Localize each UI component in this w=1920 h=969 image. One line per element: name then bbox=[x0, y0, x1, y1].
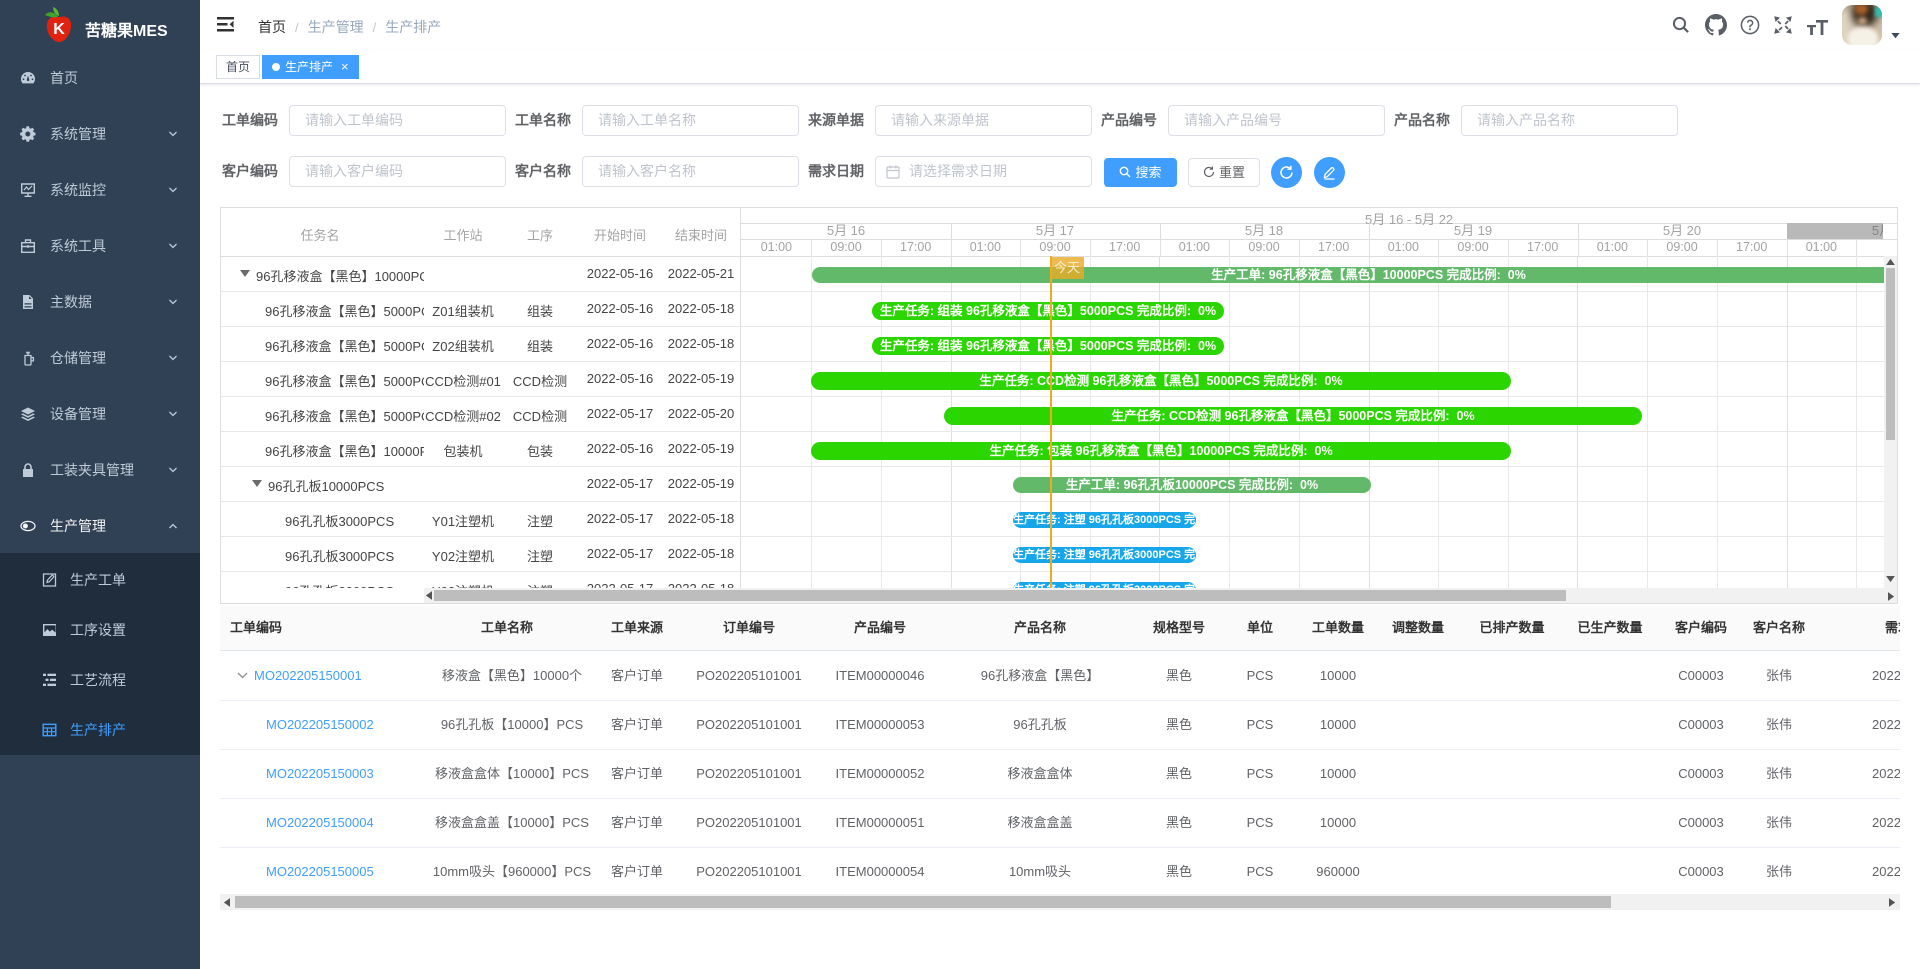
svg-text:K: K bbox=[53, 21, 65, 38]
